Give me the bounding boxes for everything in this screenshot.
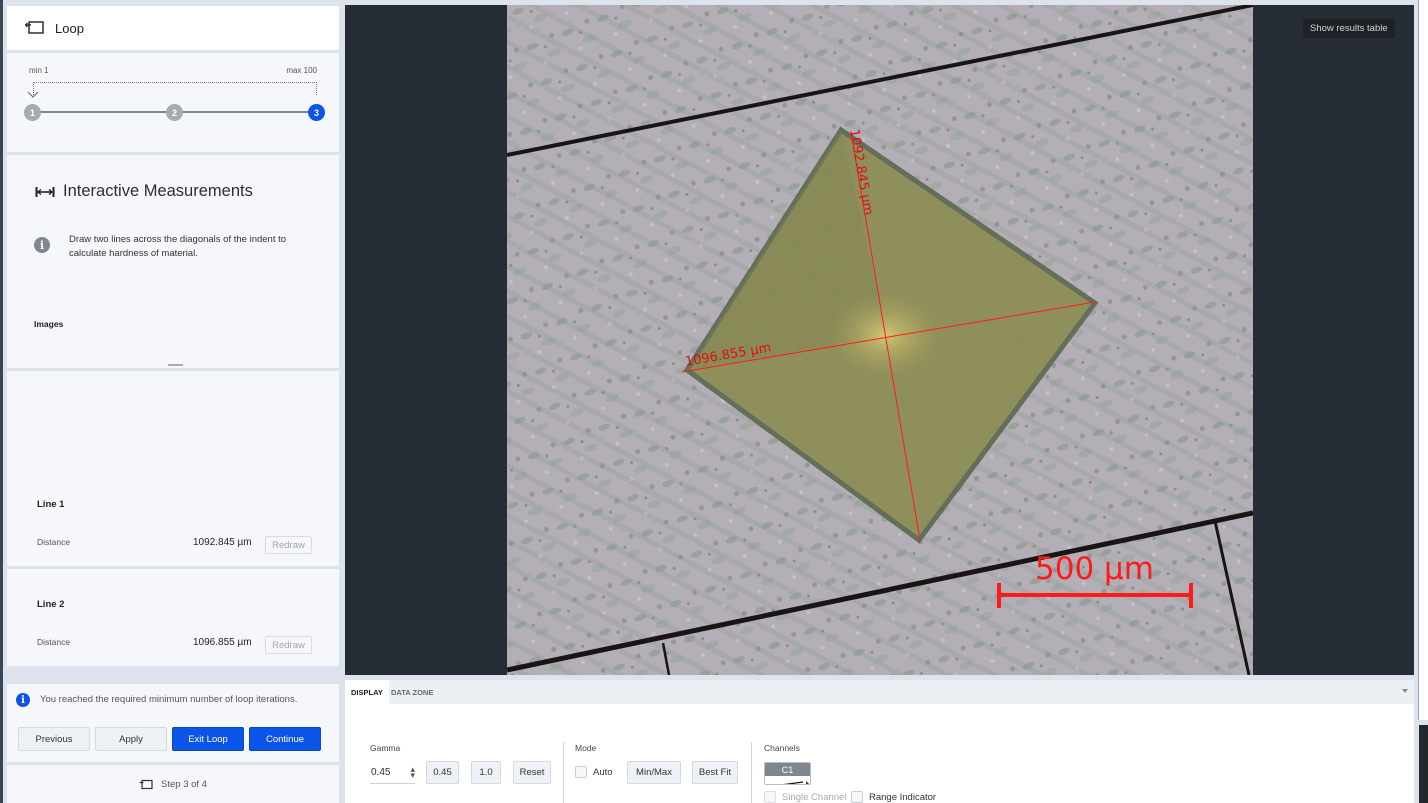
window-scrollbar[interactable]	[1414, 0, 1428, 803]
workflow-panel: Loop min 1 max 100 1 2 3 Interactive Mea…	[3, 0, 343, 803]
loop-icon	[25, 21, 44, 34]
channel-c1-chip[interactable]: C1	[764, 762, 811, 785]
auto-checkbox[interactable]	[575, 766, 587, 778]
gamma-preset-045-button[interactable]: 0.45	[426, 761, 459, 784]
step-3[interactable]: 3	[308, 104, 325, 121]
images-label: Images	[34, 319, 64, 329]
divider	[563, 742, 564, 803]
line-1-title: Line 1	[37, 499, 65, 510]
resize-handle[interactable]	[168, 364, 183, 366]
line-2-title: Line 2	[37, 599, 65, 610]
line-2-card: Line 2 Distance 1096.855 µm Redraw	[7, 569, 339, 666]
line-2-distance-value: 1096.855 µm	[193, 637, 252, 648]
mode-label: Mode	[575, 743, 597, 753]
display-tabbar: DISPLAY DATA ZONE	[345, 680, 1414, 704]
image-viewer[interactable]: 1092.845 µm 1096.855 µm 500 µm Show resu…	[345, 5, 1414, 675]
loop-notice: You reached the required minimum number …	[40, 694, 298, 705]
measure-ruler-icon	[35, 186, 55, 197]
micrograph-image[interactable]: 1092.845 µm 1096.855 µm 500 µm	[507, 5, 1253, 675]
step-text: Step 3 of 4	[161, 778, 207, 790]
line-1-card: Line 1 Distance 1092.845 µm Redraw	[7, 371, 339, 566]
step-1[interactable]: 1	[24, 104, 41, 121]
display-panel: DISPLAY DATA ZONE Gamma 0.45 ▴ ▾ 0.45 1.0…	[345, 680, 1414, 803]
line-2-distance-label: Distance	[37, 637, 71, 647]
continue-button[interactable]: Continue	[249, 727, 321, 751]
channel-c1-name: C1	[765, 763, 810, 776]
loop-title: Loop	[55, 20, 84, 36]
background-window	[1419, 725, 1428, 803]
range-indicator-label: Range Indicator	[869, 792, 937, 803]
min-max-button[interactable]: Min/Max	[627, 761, 681, 784]
loop-back-path-right	[316, 82, 317, 95]
single-channel-checkbox[interactable]	[764, 791, 776, 803]
apply-button[interactable]: Apply	[95, 727, 167, 751]
previous-button[interactable]: Previous	[18, 727, 90, 751]
gamma-label: Gamma	[370, 743, 401, 753]
gamma-reset-button[interactable]: Reset	[513, 761, 551, 784]
best-fit-button[interactable]: Best Fit	[692, 761, 738, 784]
gamma-preset-10-button[interactable]: 1.0	[471, 761, 501, 784]
loop-header: Loop	[7, 6, 339, 50]
loop-back-path	[33, 82, 317, 83]
collapse-panel-icon[interactable]	[1402, 689, 1408, 693]
info-icon: i	[16, 693, 30, 707]
channel-lut-curve-icon	[783, 781, 809, 784]
channels-label: Channels	[764, 743, 800, 753]
single-channel-label: Single Channel	[782, 792, 847, 803]
measurement-heading: Interactive Measurements	[35, 182, 253, 201]
loop-stepper: min 1 max 100 1 2 3	[7, 53, 339, 152]
scale-bar-label: 500 µm	[1035, 551, 1154, 587]
tab-display[interactable]: DISPLAY	[345, 680, 389, 704]
auto-label: Auto	[593, 767, 613, 778]
loop-footer: i You reached the required minimum numbe…	[7, 684, 339, 762]
measurement-instructions: Draw two lines across the diagonals of t…	[69, 234, 287, 259]
exit-loop-button[interactable]: Exit Loop	[172, 727, 244, 751]
range-indicator-checkbox[interactable]	[851, 791, 863, 803]
scrollbar-track[interactable]	[1418, 0, 1428, 720]
tab-data-zone[interactable]: DATA ZONE	[385, 680, 439, 704]
loop-icon	[139, 779, 153, 789]
line-2-redraw-button[interactable]: Redraw	[265, 636, 312, 654]
show-results-table-button[interactable]: Show results table	[1303, 19, 1395, 38]
info-icon: i	[34, 237, 50, 253]
divider	[751, 742, 752, 803]
measurement-card: Interactive Measurements i Draw two line…	[7, 155, 339, 368]
gamma-spinner-icon[interactable]: ▴ ▾	[410, 765, 415, 780]
loop-arrow-icon	[27, 91, 39, 98]
step-indicator: Step 3 of 4	[7, 765, 339, 803]
max-iterations-label: max 100	[286, 66, 317, 75]
gamma-input[interactable]: 0.45 ▴ ▾	[370, 762, 415, 784]
gamma-value: 0.45	[371, 767, 391, 778]
min-iterations-label: min 1	[29, 66, 49, 75]
line-1-redraw-button[interactable]: Redraw	[265, 536, 312, 554]
step-2[interactable]: 2	[166, 104, 183, 121]
line-1-distance-value: 1092.845 µm	[193, 537, 252, 548]
measurement-title: Interactive Measurements	[63, 182, 253, 200]
line-1-distance-label: Distance	[37, 537, 71, 547]
